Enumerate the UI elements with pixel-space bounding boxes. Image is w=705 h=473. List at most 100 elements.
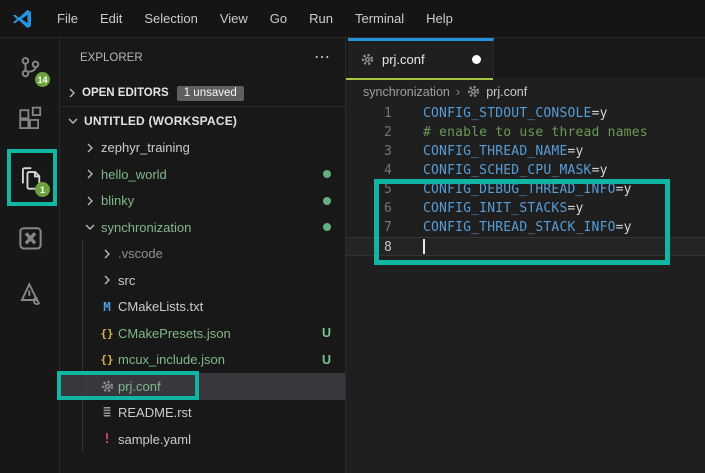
chevron-right-icon xyxy=(98,246,116,262)
code-line-4[interactable]: 4 CONFIG_SCHED_CPU_MASK=y xyxy=(346,161,705,180)
yaml-file-icon: ! xyxy=(103,431,111,447)
tree-item-synchronization[interactable]: synchronization xyxy=(60,214,345,241)
explorer-sidebar: EXPLORER ⋯ OPEN EDITORS 1 unsaved UNTITL… xyxy=(60,38,346,473)
menu-terminal[interactable]: Terminal xyxy=(344,0,415,38)
source-control-badge: 14 xyxy=(35,72,50,87)
code-line-3[interactable]: 3 CONFIG_THREAD_NAME=y xyxy=(346,142,705,161)
chevron-down-icon xyxy=(64,113,82,129)
git-modified-dot-icon xyxy=(323,196,331,205)
indent-guide xyxy=(82,240,83,452)
line-number: 2 xyxy=(383,125,392,140)
menu-help[interactable]: Help xyxy=(415,0,464,38)
menu-selection[interactable]: Selection xyxy=(133,0,208,38)
code-line-5[interactable]: 5 CONFIG_DEBUG_THREAD_INFO=y xyxy=(346,180,705,199)
tree-item-sample-yaml[interactable]: ! sample.yaml xyxy=(60,426,345,453)
item-label: sample.yaml xyxy=(118,431,191,447)
rst-file-icon: ≣ xyxy=(103,405,111,421)
activity-extensions[interactable] xyxy=(0,102,60,136)
tree-item-hello-world[interactable]: hello_world xyxy=(60,161,345,188)
activity-explorer[interactable]: 1 xyxy=(0,160,60,197)
chevron-right-icon xyxy=(81,166,99,182)
triangle-wrench-extension-icon xyxy=(16,279,44,307)
git-modified-dot-icon xyxy=(323,170,331,179)
tree-item-zephyr-training[interactable]: zephyr_training xyxy=(60,135,345,162)
tree-item-src[interactable]: src xyxy=(60,267,345,294)
line-number: 3 xyxy=(383,144,392,159)
menu-edit[interactable]: Edit xyxy=(89,0,133,38)
code-line-1[interactable]: 1 CONFIG_STDOUT_CONSOLE=y xyxy=(346,104,705,123)
line-text xyxy=(423,238,425,255)
modified-dot-icon[interactable] xyxy=(472,55,481,64)
chevron-right-icon xyxy=(81,140,99,156)
item-label: CMakePresets.json xyxy=(118,325,231,341)
git-untracked-badge: U xyxy=(321,352,331,367)
code-line-6[interactable]: 6 CONFIG_INIT_STACKS=y xyxy=(346,199,705,218)
line-text: CONFIG_STDOUT_CONSOLE=y xyxy=(423,106,608,121)
item-label: src xyxy=(118,272,136,288)
explorer-badge: 1 xyxy=(35,182,50,197)
sidebar-header: EXPLORER ⋯ xyxy=(60,38,345,78)
line-text: CONFIG_INIT_STACKS=y xyxy=(423,201,584,216)
line-text: # enable to use thread names xyxy=(423,125,648,140)
tree-item-blinky[interactable]: blinky xyxy=(60,188,345,215)
line-text: CONFIG_SCHED_CPU_MASK=y xyxy=(423,163,608,178)
code-area[interactable]: 1 CONFIG_STDOUT_CONSOLE=y 2 # enable to use… xyxy=(346,104,705,256)
line-number: 7 xyxy=(383,220,392,235)
breadcrumb-file[interactable]: prj.conf xyxy=(466,84,527,99)
line-number: 5 xyxy=(383,182,392,197)
tree-item-cmakelists-txt[interactable]: M CMakeLists.txt xyxy=(60,294,345,321)
tab-label: prj.conf xyxy=(382,52,425,67)
tree-item-mcux-include-json[interactable]: {} mcux_include.json U xyxy=(60,347,345,374)
editor-group[interactable]: prj.conf synchronization › prj.conf 1 CON… xyxy=(346,38,705,473)
git-modified-dot-icon xyxy=(323,223,331,232)
breadcrumb-folder[interactable]: synchronization xyxy=(363,85,450,99)
item-label: hello_world xyxy=(101,166,167,182)
line-text: CONFIG_DEBUG_THREAD_INFO=y xyxy=(423,182,632,197)
tree-item--vscode[interactable]: .vscode xyxy=(60,241,345,268)
menu-view[interactable]: View xyxy=(209,0,259,38)
unsaved-badge: 1 unsaved xyxy=(176,85,244,101)
line-number: 1 xyxy=(383,106,392,121)
item-label: synchronization xyxy=(101,219,192,235)
breadcrumb: synchronization › prj.conf xyxy=(346,78,705,105)
code-line-8[interactable]: 8 xyxy=(346,237,705,256)
item-label: CMakeLists.txt xyxy=(118,299,204,315)
tab-bar: prj.conf xyxy=(346,38,705,80)
activity-source-control[interactable]: 14 xyxy=(0,50,60,87)
chevron-down-icon xyxy=(81,219,99,235)
activity-bar: 14 1 xyxy=(0,38,60,473)
vscode-logo-icon xyxy=(10,7,34,31)
cmake-file-icon: M xyxy=(103,299,111,315)
activity-x-box-extension[interactable] xyxy=(0,220,60,254)
tab-prj-conf[interactable]: prj.conf xyxy=(346,38,494,80)
item-label: .vscode xyxy=(118,246,163,262)
open-editors-section[interactable]: OPEN EDITORS 1 unsaved xyxy=(60,80,345,107)
titlebar: File Edit Selection View Go Run Terminal Help xyxy=(0,0,705,38)
code-line-2[interactable]: 2 # enable to use thread names xyxy=(346,123,705,142)
line-text: CONFIG_THREAD_NAME=y xyxy=(423,144,584,159)
workspace-header[interactable]: UNTITLED (WORKSPACE) xyxy=(60,108,345,135)
line-number: 8 xyxy=(383,240,392,255)
git-untracked-badge: U xyxy=(321,326,331,341)
vscode-window: File Edit Selection View Go Run Terminal Help 1… xyxy=(0,0,705,473)
gear-icon xyxy=(466,84,481,99)
tree-item-cmakepresets-json[interactable]: {} CMakePresets.json U xyxy=(60,320,345,347)
menu-run[interactable]: Run xyxy=(298,0,344,38)
json-file-icon: {} xyxy=(100,353,114,367)
menu-file[interactable]: File xyxy=(46,0,89,38)
item-label: README.rst xyxy=(118,405,192,421)
item-label: zephyr_training xyxy=(101,140,190,156)
line-number: 4 xyxy=(383,163,392,178)
chevron-right-icon xyxy=(64,85,80,101)
extensions-icon xyxy=(17,106,43,132)
menu-go[interactable]: Go xyxy=(259,0,298,38)
code-line-7[interactable]: 7 CONFIG_THREAD_STACK_INFO=y xyxy=(346,218,705,237)
gear-file-icon xyxy=(98,379,116,394)
item-label: prj.conf xyxy=(118,378,161,394)
tree-item-prj-conf[interactable]: prj.conf xyxy=(60,373,345,400)
chevron-right-icon xyxy=(98,272,116,288)
activity-triangle-wrench-extension[interactable] xyxy=(0,276,60,310)
more-actions-icon[interactable]: ⋯ xyxy=(314,50,331,66)
item-label: mcux_include.json xyxy=(118,352,225,368)
tree-item-readme-rst[interactable]: ≣ README.rst xyxy=(60,400,345,427)
